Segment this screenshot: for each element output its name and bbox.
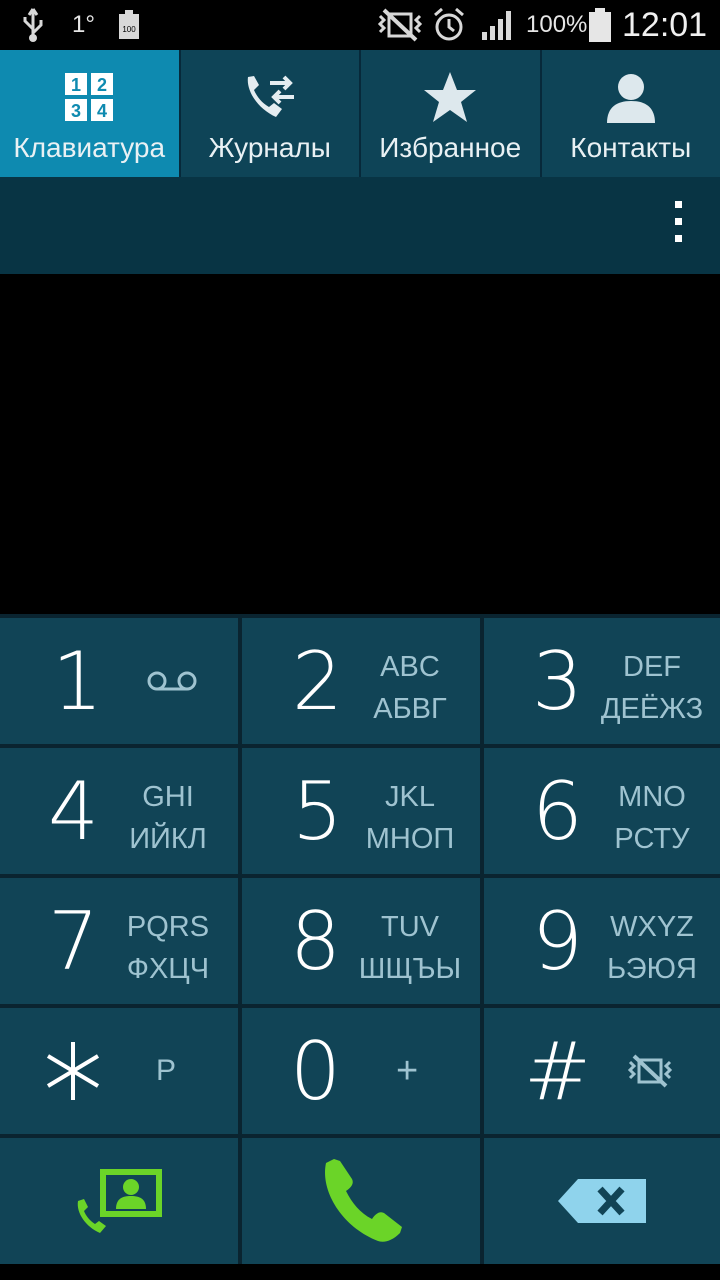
tab-contacts[interactable]: Контакты	[541, 50, 720, 177]
vibrate-mute-icon	[376, 0, 424, 50]
key-latin-letters: ABC	[380, 651, 440, 683]
key-2[interactable]: 2 ABC АБВГ	[242, 618, 480, 744]
tab-keypad[interactable]: 1 2 3 4 Клавиатура	[0, 50, 181, 177]
key-digit: #	[524, 1024, 592, 1118]
svg-text:2: 2	[97, 75, 107, 95]
dial-keypad: 1 2 ABC АБВГ 3 DEF ДЕЁЖЗ 4 GHI ИЙКЛ 5 JKL МН…	[0, 614, 720, 1280]
key-8[interactable]: 8 TUV ШЩЪЫ	[242, 878, 480, 1004]
key-latin-letters: MNO	[618, 781, 686, 813]
key-latin-letters: WXYZ	[610, 911, 694, 943]
asterisk-icon	[40, 1008, 106, 1134]
pause-label: P	[156, 1054, 177, 1087]
contact-icon	[603, 66, 659, 128]
key-4[interactable]: 4 GHI ИЙКЛ	[0, 748, 238, 874]
battery-small-label: 100	[122, 25, 136, 34]
key-cyrillic-letters: МНОП	[365, 823, 455, 855]
signal-icon	[480, 0, 516, 50]
key-digit: 6	[532, 764, 583, 858]
call-log-icon	[242, 66, 298, 128]
tab-label: Контакты	[570, 132, 692, 163]
key-3[interactable]: 3 DEF ДЕЁЖЗ	[484, 618, 720, 744]
tab-favorites[interactable]: Избранное	[361, 50, 542, 177]
key-digit: 0	[290, 1024, 341, 1118]
temperature-text: 1°	[72, 11, 95, 38]
add-to-contacts-icon	[74, 1138, 166, 1264]
key-latin-letters: PQRS	[126, 911, 210, 943]
key-digit: 4	[48, 764, 99, 858]
phone-call-icon	[316, 1138, 408, 1264]
tab-logs[interactable]: Журналы	[180, 50, 361, 177]
key-cyrillic-letters: АБВГ	[373, 693, 447, 725]
battery-percent: 100%	[526, 11, 588, 38]
star-icon	[422, 66, 478, 128]
key-latin-letters: DEF	[623, 651, 681, 683]
key-cyrillic-letters: ДЕЁЖЗ	[600, 693, 704, 725]
plus-label: +	[396, 1049, 419, 1092]
key-0[interactable]: 0 +	[242, 1008, 480, 1134]
key-6[interactable]: 6 MNO РСТУ	[484, 748, 720, 874]
svg-text:1: 1	[71, 75, 81, 95]
key-7[interactable]: 7 PQRS ФХЦЧ	[0, 878, 238, 1004]
key-9[interactable]: 9 WXYZ ЬЭЮЯ	[484, 878, 720, 1004]
key-5[interactable]: 5 JKL МНОП	[242, 748, 480, 874]
key-digit: 5	[292, 764, 343, 858]
svg-text:4: 4	[97, 101, 107, 121]
key-cyrillic-letters: ИЙКЛ	[129, 823, 207, 855]
key-digit: 8	[290, 894, 341, 988]
backspace-icon	[558, 1138, 648, 1264]
key-cyrillic-letters: ЬЭЮЯ	[607, 953, 697, 985]
keypad-icon: 1 2 3 4	[63, 66, 115, 128]
bottom-edge	[0, 1264, 720, 1280]
key-digit: 7	[48, 894, 99, 988]
key-hash[interactable]: #	[484, 1008, 720, 1134]
tab-label: Журналы	[208, 132, 331, 163]
battery-saver-icon: 100	[118, 0, 140, 50]
voicemail-icon	[146, 618, 198, 744]
action-bar	[0, 177, 720, 274]
key-star[interactable]: P	[0, 1008, 238, 1134]
key-cyrillic-letters: ШЩЪЫ	[358, 953, 462, 985]
key-latin-letters: TUV	[381, 911, 439, 943]
key-cyrillic-letters: РСТУ	[614, 823, 690, 855]
tab-label: Клавиатура	[13, 132, 166, 163]
tab-label: Избранное	[379, 132, 522, 163]
status-bar: 1° 100 100% 12:01	[0, 0, 720, 50]
key-cyrillic-letters: ФХЦЧ	[126, 953, 210, 985]
key-digit: 2	[292, 634, 343, 728]
vibrate-mute-icon	[626, 1008, 674, 1134]
number-display	[0, 274, 720, 614]
overflow-menu-icon[interactable]	[672, 201, 684, 251]
backspace-button[interactable]	[484, 1138, 720, 1264]
add-to-contacts-button[interactable]	[0, 1138, 238, 1264]
call-button[interactable]	[242, 1138, 480, 1264]
key-latin-letters: JKL	[385, 781, 435, 813]
usb-icon	[20, 0, 46, 50]
key-digit: 9	[532, 894, 583, 988]
alarm-icon	[432, 0, 466, 50]
key-digit: 3	[532, 634, 583, 728]
clock: 12:01	[622, 5, 708, 44]
key-latin-letters: GHI	[142, 781, 194, 813]
key-digit: 1	[52, 634, 103, 728]
battery-icon	[588, 0, 612, 50]
tab-bar: 1 2 3 4 Клавиатура Журналы Избранное Кон…	[0, 50, 720, 177]
svg-text:3: 3	[71, 101, 81, 121]
key-1[interactable]: 1	[0, 618, 238, 744]
